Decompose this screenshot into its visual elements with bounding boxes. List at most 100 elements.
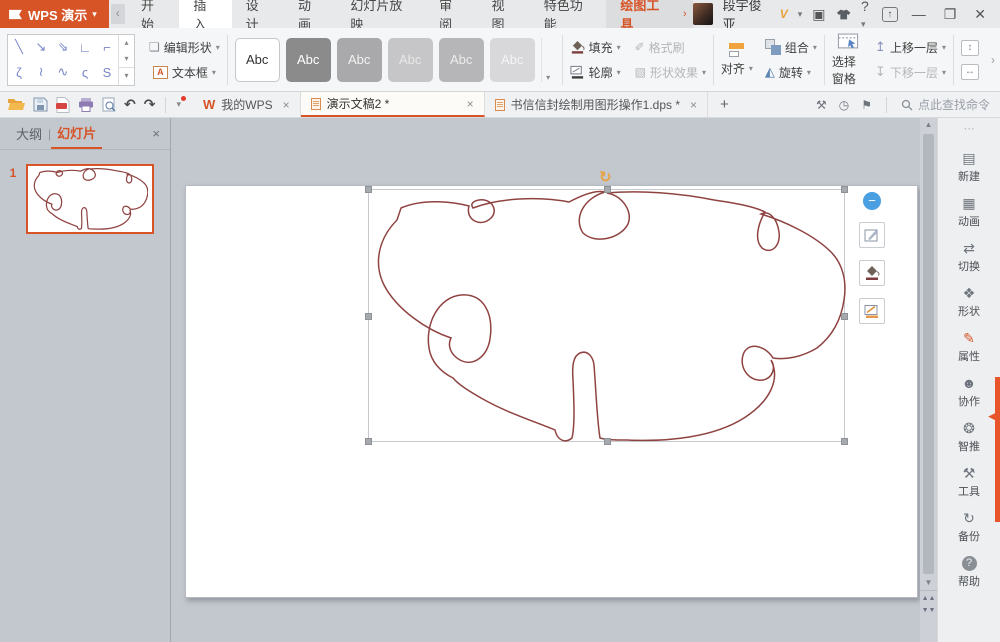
menu-tab-special[interactable]: 特色功能 — [530, 0, 607, 28]
group-button[interactable]: 组合 ▾ — [765, 39, 817, 56]
menu-tab-drawing-tools[interactable]: 绘图工具 — [606, 0, 683, 28]
distribute-horizontal-icon[interactable]: ↔ — [961, 64, 979, 80]
curved-connector-icon[interactable]: ζ — [16, 65, 22, 80]
panel-close-icon[interactable]: × — [152, 126, 160, 141]
sidebar-item-help[interactable]: ? 帮助 — [938, 550, 1000, 595]
line-shape-icon[interactable]: ╲ — [15, 39, 23, 55]
logo-caret-icon[interactable]: ▾ — [92, 9, 97, 20]
sidebar-item-properties[interactable]: ✎ 属性 — [938, 325, 1000, 370]
tab-feedback-icon[interactable]: ⚑ — [861, 98, 872, 112]
quick-style-button[interactable] — [859, 222, 885, 248]
command-search[interactable]: 点此查找命令 — [901, 96, 990, 113]
outline-button[interactable]: 轮廓 ▾ — [570, 64, 621, 81]
sidebar-handle-icon[interactable]: ⋯ — [964, 118, 975, 145]
text-box-button[interactable]: A 文本框 ▾ — [153, 64, 216, 81]
tab-presentation2[interactable]: 演示文稿2 * × — [301, 92, 485, 117]
ribbon-collapse-icon[interactable]: › — [986, 53, 1000, 67]
tab-close-icon[interactable]: × — [463, 97, 474, 111]
menu-tab-animation[interactable]: 动画 — [284, 0, 336, 28]
resize-handle-middle-right[interactable] — [841, 313, 848, 320]
customize-toolbar-icon[interactable]: ▾ — [176, 99, 185, 110]
align-button[interactable]: 对齐▾ — [721, 43, 753, 77]
tab-tools-icon[interactable]: ⚒ — [816, 98, 827, 112]
minimize-button[interactable]: — — [908, 6, 930, 22]
undo-icon[interactable]: ↶ — [124, 96, 136, 113]
arrow-shape-icon[interactable]: ↘ — [36, 39, 47, 55]
print-preview-icon[interactable] — [102, 97, 116, 113]
menu-tab-review[interactable]: 审阅 — [425, 0, 477, 28]
style-preset-2[interactable]: Abc — [286, 38, 331, 82]
quick-fill-button[interactable] — [859, 260, 885, 286]
hide-ribbon-icon[interactable]: ↑ — [882, 7, 898, 22]
next-slide-button[interactable]: ▼▼ — [920, 605, 937, 617]
menu-tab-design[interactable]: 设计 — [232, 0, 284, 28]
curve-shape-icon[interactable]: ≀ — [39, 64, 44, 80]
sidebar-item-transition[interactable]: ⇄ 切换 — [938, 235, 1000, 280]
fill-button[interactable]: 填充 ▾ — [570, 39, 621, 56]
menu-tab-insert[interactable]: 插入 — [179, 0, 231, 28]
vip-badge[interactable]: V — [780, 7, 788, 21]
scroll-down-icon[interactable]: ▼ — [925, 576, 933, 590]
tab-close-icon[interactable]: × — [279, 98, 290, 112]
tab-letter-envelope-doc[interactable]: 书信信封绘制用图形操作1.dps * × — [485, 92, 708, 117]
outline-tab[interactable]: 大纲 — [10, 118, 48, 149]
menu-tab-slideshow[interactable]: 幻灯片放映 — [336, 0, 425, 28]
export-pdf-icon[interactable] — [56, 97, 70, 113]
drawing-tools-expand-icon[interactable]: › — [683, 0, 693, 28]
help-icon[interactable]: ?▾ — [861, 0, 872, 30]
scribble-drawing[interactable] — [369, 190, 846, 443]
user-avatar[interactable] — [693, 3, 713, 25]
resize-handle-top-right[interactable] — [841, 186, 848, 193]
sidebar-item-animation[interactable]: ▦ 动画 — [938, 190, 1000, 235]
tab-close-icon[interactable]: × — [686, 98, 697, 112]
slide-thumbnail[interactable] — [26, 164, 154, 234]
scroll-up-icon[interactable]: ▲ — [925, 118, 933, 132]
open-folder-icon[interactable] — [8, 98, 25, 111]
style-preset-4[interactable]: Abc — [388, 38, 433, 82]
shape-selection-box[interactable]: ↻ — [368, 189, 845, 442]
tab-my-wps[interactable]: W 我的WPS × — [193, 92, 301, 117]
style-preset-1[interactable]: Abc — [235, 38, 280, 82]
resize-handle-top-left[interactable] — [365, 186, 372, 193]
resize-handle-bottom-left[interactable] — [365, 438, 372, 445]
skin-center-icon[interactable] — [836, 8, 851, 21]
distribute-vertical-icon[interactable]: ↕ — [961, 40, 979, 56]
sidebar-item-backup[interactable]: ↻ 备份 — [938, 505, 1000, 550]
editing-canvas[interactable]: ↻ − — [171, 118, 920, 642]
freeform-shape-icon[interactable]: ∿ — [58, 64, 69, 80]
save-icon[interactable] — [33, 97, 48, 112]
print-icon[interactable] — [78, 98, 94, 112]
gallery-more-icon[interactable]: ▾ — [119, 67, 134, 84]
style-preset-6[interactable]: Abc — [490, 38, 535, 82]
sidebar-item-new[interactable]: ▤ 新建 — [938, 145, 1000, 190]
resize-handle-top-middle[interactable] — [604, 186, 611, 193]
shape-effects-button[interactable]: ▧ 形状效果 ▾ — [635, 64, 706, 81]
quick-outline-button[interactable] — [859, 298, 885, 324]
rotate-handle[interactable]: ↻ — [599, 168, 612, 186]
restore-button[interactable]: ❐ — [940, 6, 961, 23]
bring-forward-button[interactable]: ↥ 上移一层 ▾ — [875, 39, 946, 56]
resize-handle-bottom-right[interactable] — [841, 438, 848, 445]
redo-icon[interactable]: ↷ — [144, 96, 156, 113]
slides-tab[interactable]: 幻灯片 — [51, 118, 102, 149]
scribble-shape-icon[interactable]: ς — [82, 65, 88, 80]
collapse-float-toolbar-button[interactable]: − — [863, 192, 881, 210]
menu-tab-view[interactable]: 视图 — [477, 0, 529, 28]
edit-shape-button[interactable]: ❏ 编辑形状 ▾ — [149, 39, 220, 56]
gallery-down-icon[interactable]: ▾ — [119, 51, 134, 67]
double-arrow-shape-icon[interactable]: ⇘ — [58, 39, 69, 55]
resize-handle-bottom-middle[interactable] — [604, 438, 611, 445]
rotate-button[interactable]: ◭ 旋转 ▾ — [765, 64, 817, 81]
message-center-icon[interactable]: ▣ — [812, 6, 825, 23]
selection-pane-button[interactable]: 选择窗格 — [832, 33, 865, 87]
resize-handle-middle-left[interactable] — [365, 313, 372, 320]
new-tab-button[interactable]: + — [708, 92, 741, 117]
sidebar-expand-arrow-icon[interactable]: ◀ — [988, 411, 995, 422]
s-curve-shape-icon[interactable]: S — [103, 65, 112, 80]
scrollbar-thumb[interactable] — [923, 134, 934, 574]
style-preset-5[interactable]: Abc — [439, 38, 484, 82]
sidebar-item-shapes[interactable]: ❖ 形状 — [938, 280, 1000, 325]
elbow-arrow-connector-icon[interactable]: ⌐ — [103, 40, 111, 55]
previous-slide-button[interactable]: ▲▲ — [920, 593, 937, 605]
vertical-scrollbar[interactable]: ▲ ▼ ▲▲ ▼▼ — [920, 118, 937, 642]
